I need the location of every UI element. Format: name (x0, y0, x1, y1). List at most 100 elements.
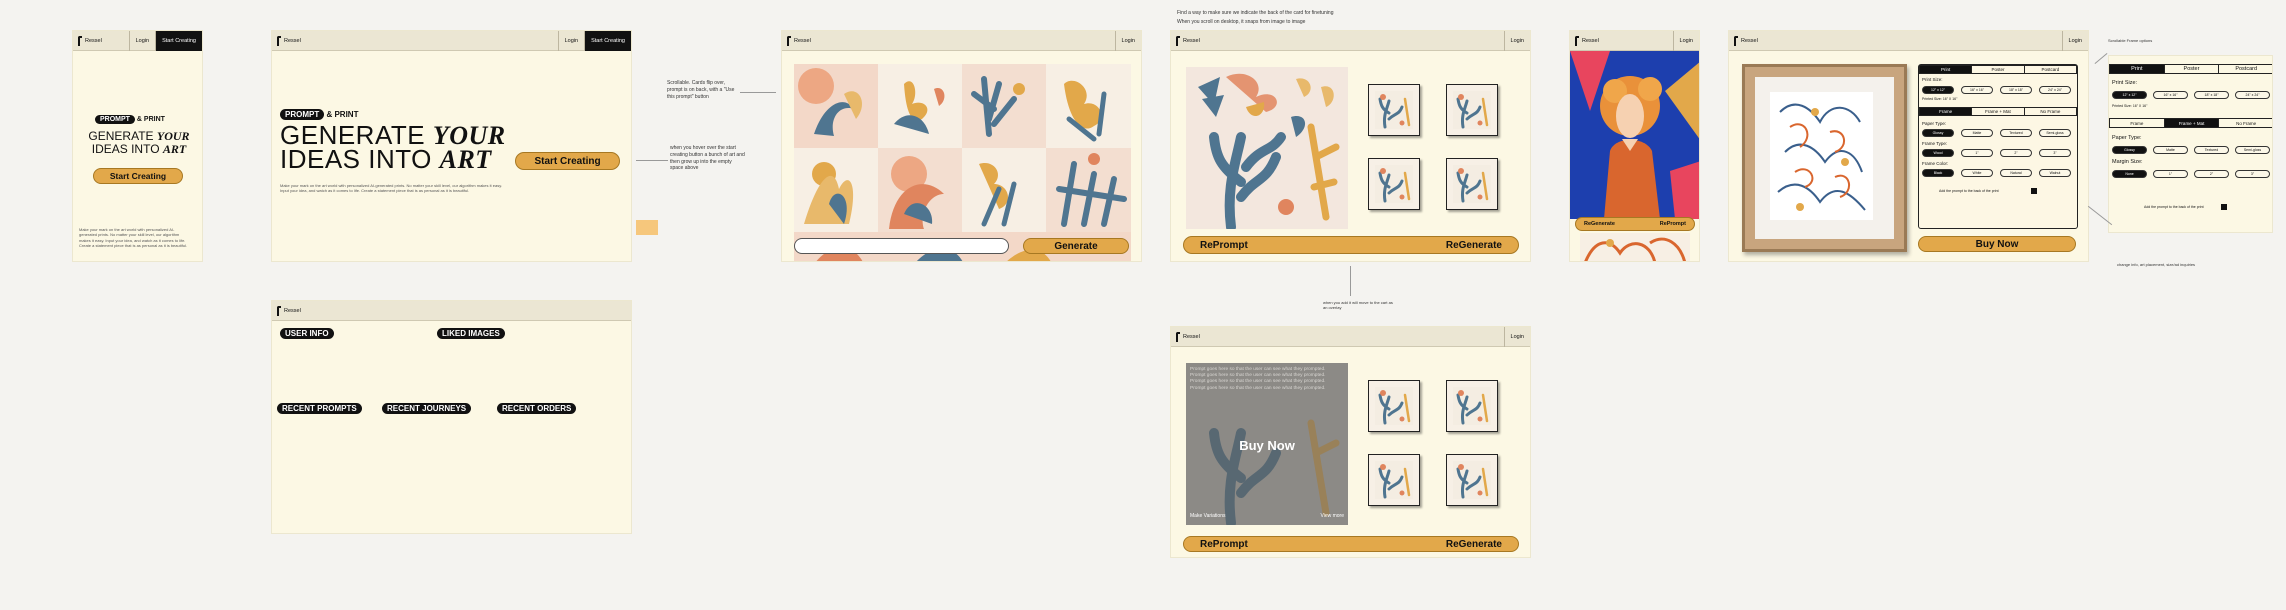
tab-poster[interactable]: Poster (2163, 65, 2219, 73)
size-option[interactable]: 12" x 12" (2112, 91, 2147, 99)
regenerate-button[interactable]: ReGenerate (1584, 221, 1615, 227)
brand-logo[interactable]: Ressel (1171, 331, 1504, 342)
tab-poster[interactable]: Poster (1971, 66, 2023, 73)
config-panel: Print Poster Postcard Print Size: 12" x … (1918, 64, 2078, 229)
variation-thumb[interactable] (1368, 380, 1420, 432)
start-creating-nav-button[interactable]: Start Creating (155, 31, 202, 51)
variation-thumb[interactable] (1368, 454, 1420, 506)
print-size-label: Print Size: (1922, 77, 1943, 82)
main-artwork[interactable] (1186, 67, 1348, 229)
paper-option[interactable]: Textured (2000, 129, 2032, 137)
nav-bar: Ressel Login (1729, 31, 2088, 51)
variation-thumb[interactable] (1446, 380, 1498, 432)
frame-type-option[interactable]: 2" (2000, 149, 2032, 157)
frame-color-option[interactable]: Natural (2000, 169, 2032, 177)
reprompt-button[interactable]: RePrompt (1200, 240, 1248, 251)
size-option[interactable]: 18" x 18" (2194, 91, 2229, 99)
margin-option[interactable]: 3" (2235, 170, 2270, 178)
paper-option[interactable]: Matte (2153, 146, 2188, 154)
login-link[interactable]: Login (1503, 327, 1530, 347)
frame-color-option[interactable]: Black (1922, 169, 1954, 177)
prompt-input[interactable] (794, 238, 1009, 254)
paper-option[interactable]: Glossy (2112, 146, 2147, 154)
arrow-line (2094, 52, 2108, 65)
login-link[interactable]: Login (1672, 31, 1699, 51)
paper-option[interactable]: Semi-gloss (2039, 129, 2071, 137)
mobile-result-frame: Ressel Login ReGenerate RePrompt (1569, 30, 1700, 262)
view-more-link[interactable]: View more (1320, 513, 1344, 519)
tab-print[interactable]: Print (2110, 65, 2164, 73)
variation-thumb[interactable] (1446, 454, 1498, 506)
generate-button[interactable]: Generate (1023, 238, 1129, 254)
tab-postcard[interactable]: Postcard (2218, 65, 2272, 73)
make-variations-link[interactable]: Make Variations (1190, 513, 1225, 519)
frame-color-option[interactable]: White (1961, 169, 1993, 177)
frame-type-option[interactable]: 1" (1961, 149, 1993, 157)
thumb-art (1375, 165, 1413, 203)
profile-frame: Ressel USER INFO LIKED IMAGES RECENT PRO… (271, 300, 632, 534)
start-creating-button[interactable]: Start Creating (515, 152, 620, 170)
size-option[interactable]: 16" x 16" (2153, 91, 2188, 99)
frame-type-option[interactable]: Wood (1922, 149, 1954, 157)
tab-frame-mat[interactable]: Frame + Mat (2163, 119, 2219, 127)
tab-postcard[interactable]: Postcard (2023, 66, 2076, 73)
variation-thumb[interactable] (1368, 158, 1420, 210)
options-frame: Print Poster Postcard Print Size: 12" x … (2108, 55, 2273, 233)
logo-icon (787, 35, 791, 46)
buy-now-button[interactable]: Buy Now (1918, 236, 2076, 252)
tab-frame[interactable]: Frame (1920, 108, 1972, 115)
tab-frame-mat[interactable]: Frame + Mat (1971, 108, 2023, 115)
paper-option[interactable]: Matte (1961, 129, 1993, 137)
login-link[interactable]: Login (557, 31, 584, 51)
hero-heading: GENERATE YOUR IDEAS INTO ART (280, 122, 530, 172)
paper-option[interactable]: Textured (2194, 146, 2229, 154)
add-prompt-checkbox[interactable] (2221, 204, 2227, 210)
artwork-overlay[interactable]: Prompt goes here so that the user can se… (1186, 363, 1348, 525)
variation-thumb[interactable] (1446, 158, 1498, 210)
next-artwork-peek (1580, 233, 1690, 261)
tab-no-frame[interactable]: No Frame (2218, 119, 2272, 127)
start-creating-button[interactable]: Start Creating (93, 168, 183, 184)
heading-text: IDEAS INTO (91, 141, 163, 156)
login-link[interactable]: Login (2061, 31, 2088, 51)
frame-type-label: Frame Type: (1922, 141, 1948, 146)
logo-icon (1176, 35, 1180, 46)
brand-logo[interactable]: Ressel (782, 35, 1115, 46)
start-creating-nav-button[interactable]: Start Creating (584, 31, 631, 51)
brand-logo[interactable]: Ressel (73, 35, 129, 46)
brand-logo[interactable]: Ressel (1171, 35, 1504, 46)
size-option[interactable]: 12" x 12" (1922, 86, 1954, 94)
frame-color-option[interactable]: Walnut (2039, 169, 2071, 177)
regenerate-button[interactable]: ReGenerate (1446, 240, 1502, 251)
variation-thumb[interactable] (1446, 84, 1498, 136)
size-option[interactable]: 24" x 24" (2235, 91, 2270, 99)
portrait-artwork[interactable] (1570, 51, 1700, 219)
login-link[interactable]: Login (128, 31, 155, 51)
add-prompt-checkbox[interactable] (2031, 188, 2037, 194)
recent-orders-heading: RECENT ORDERS (497, 403, 577, 414)
frame-type-option[interactable]: 3" (2039, 149, 2071, 157)
size-option[interactable]: 16" x 16" (1961, 86, 1993, 94)
margin-option[interactable]: 2" (2194, 170, 2229, 178)
brand-logo[interactable]: Ressel (272, 35, 558, 46)
brand-logo[interactable]: Ressel (272, 305, 631, 316)
size-option[interactable]: 18" x 18" (2000, 86, 2032, 94)
reprompt-button[interactable]: RePrompt (1200, 539, 1248, 550)
tab-print[interactable]: Print (1920, 66, 1972, 73)
brand-name: Ressel (1582, 37, 1599, 44)
margin-option[interactable]: 1" (2153, 170, 2188, 178)
margin-option[interactable]: None (2112, 170, 2147, 178)
regenerate-button[interactable]: ReGenerate (1446, 539, 1502, 550)
reprompt-button[interactable]: RePrompt (1660, 221, 1686, 227)
paper-option[interactable]: Semi-gloss (2235, 146, 2270, 154)
tab-no-frame[interactable]: No Frame (2023, 108, 2076, 115)
variation-thumb[interactable] (1368, 84, 1420, 136)
size-option[interactable]: 24" x 24" (2039, 86, 2071, 94)
brand-logo[interactable]: Ressel (1570, 35, 1673, 46)
login-link[interactable]: Login (1114, 31, 1141, 51)
tab-frame[interactable]: Frame (2110, 119, 2164, 127)
paper-option[interactable]: Glossy (1922, 129, 1954, 137)
buy-now-overlay-button[interactable]: Buy Now (1186, 438, 1348, 453)
login-link[interactable]: Login (1503, 31, 1530, 51)
brand-logo[interactable]: Ressel (1729, 35, 2062, 46)
